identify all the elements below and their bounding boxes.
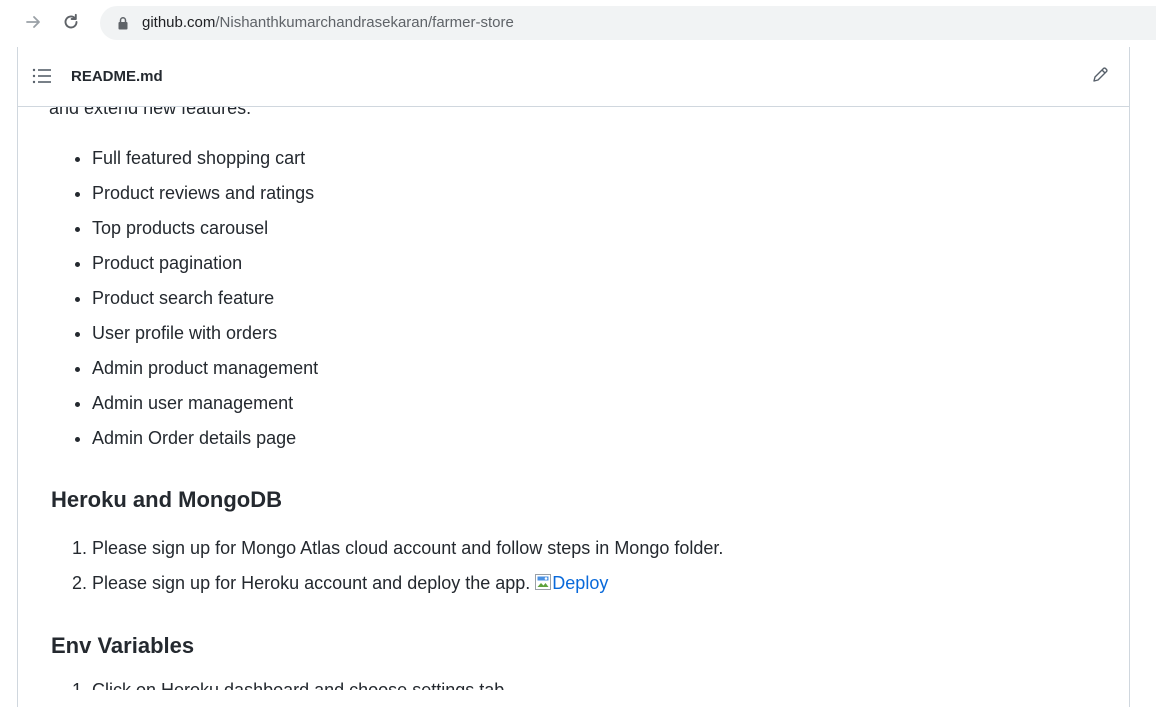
env-heading: Env Variables: [51, 633, 195, 658]
pencil-icon[interactable]: [1091, 66, 1109, 84]
address-bar[interactable]: github.com/Nishanthkumarchandrasekaran/f…: [100, 6, 1156, 40]
list-item: Product pagination: [92, 248, 318, 283]
heroku-steps: Please sign up for Mongo Atlas cloud acc…: [49, 533, 723, 603]
list-item: Admin Order details page: [92, 423, 318, 458]
lock-icon[interactable]: [116, 16, 130, 30]
env-steps: Click on Heroku dashboard and choose set…: [49, 675, 504, 690]
browser-toolbar: github.com/Nishanthkumarchandrasekaran/f…: [0, 0, 1156, 46]
step-text: Please sign up for Heroku account and de…: [92, 573, 536, 593]
url-domain: github.com: [142, 14, 216, 31]
readme-body: and extend new features. Full featured s…: [18, 47, 1129, 690]
deploy-link[interactable]: Deploy: [535, 573, 608, 593]
broken-image-icon[interactable]: [535, 574, 552, 590]
heroku-heading: Heroku and MongoDB: [51, 487, 282, 512]
url-path: /Nishanthkumarchandrasekaran/farmer-stor…: [215, 14, 514, 31]
reload-icon[interactable]: [59, 10, 83, 34]
list-item: Top products carousel: [92, 213, 318, 248]
list-item: User profile with orders: [92, 318, 318, 353]
list-item: Full featured shopping cart: [92, 143, 318, 178]
arrow-right-icon[interactable]: [22, 10, 46, 34]
deploy-link-label: Deploy: [552, 573, 609, 593]
readme-filename: README.md: [71, 68, 163, 85]
list-item: Admin product management: [92, 353, 318, 388]
list-item: Product search feature: [92, 283, 318, 318]
list-item: Please sign up for Mongo Atlas cloud acc…: [92, 533, 723, 568]
list-icon[interactable]: [32, 67, 52, 85]
readme-header: README.md: [18, 47, 1129, 107]
list-item: Product reviews and ratings: [92, 178, 318, 213]
list-item: Admin user management: [92, 388, 318, 423]
list-item: Please sign up for Heroku account and de…: [92, 568, 723, 603]
feature-list: Full featured shopping cart Product revi…: [49, 143, 318, 458]
url-text[interactable]: github.com/Nishanthkumarchandrasekaran/f…: [142, 14, 514, 32]
readme-container: and extend new features. Full featured s…: [17, 47, 1130, 707]
list-item: Click on Heroku dashboard and choose set…: [92, 675, 504, 690]
